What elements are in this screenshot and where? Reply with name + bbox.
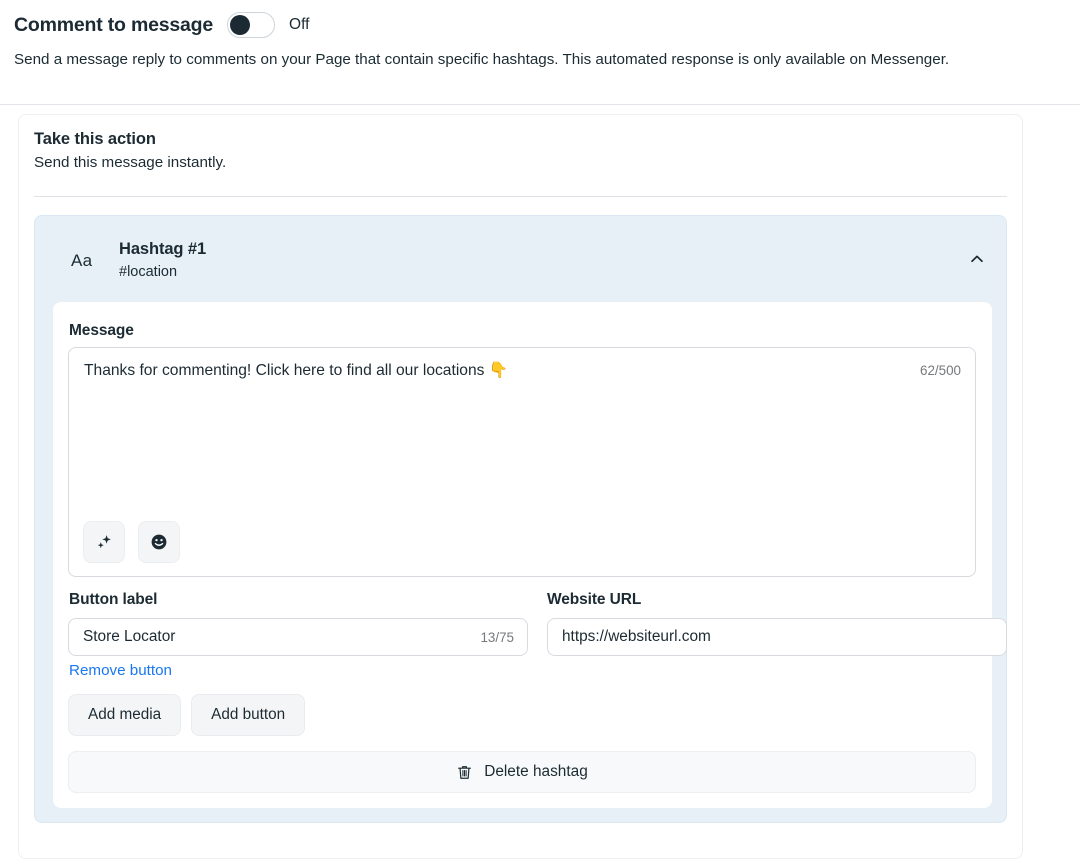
- section-title: Take this action: [34, 130, 156, 148]
- message-field-label: Message: [69, 322, 134, 339]
- website-url-input[interactable]: https://websiteurl.com: [547, 618, 1007, 656]
- trash-icon: [456, 764, 473, 781]
- message-text-value: Thanks for commenting! Click here to fin…: [84, 362, 509, 379]
- add-media-button[interactable]: Add media: [68, 694, 182, 736]
- message-textarea[interactable]: Thanks for commenting! Click here to fin…: [68, 347, 976, 577]
- section-subtitle: Send this message instantly.: [34, 154, 227, 171]
- delete-hashtag-button[interactable]: Delete hashtag: [68, 751, 976, 793]
- delete-hashtag-label: Delete hashtag: [484, 763, 588, 780]
- hashtag-tag-value: #location: [119, 264, 178, 280]
- button-label-field-label: Button label: [69, 591, 158, 608]
- comment-to-message-toggle[interactable]: [227, 12, 276, 38]
- hashtag-editor-panel: Message Thanks for commenting! Click her…: [53, 302, 1007, 808]
- take-this-action-card: Take this action Send this message insta…: [18, 114, 1023, 859]
- page-description: Send a message reply to comments on your…: [14, 51, 950, 68]
- button-label-character-counter: 13/75: [480, 630, 514, 645]
- emoji-smiley-icon[interactable]: [138, 521, 180, 563]
- sparkles-icon[interactable]: [83, 521, 125, 563]
- text-format-aa-icon: Aa: [71, 251, 93, 270]
- page-title: Comment to message: [14, 13, 214, 36]
- remove-button-link[interactable]: Remove button: [69, 662, 172, 679]
- title-row: Comment to message Off: [14, 12, 309, 38]
- message-toolbar: [83, 521, 180, 563]
- toggle-knob: [230, 15, 251, 35]
- message-character-counter: 62/500: [920, 363, 961, 378]
- add-button-button[interactable]: Add button: [191, 694, 306, 736]
- toggle-state-label: Off: [289, 16, 310, 33]
- website-url-value: https://websiteurl.com: [562, 628, 711, 645]
- page-header: Comment to message Off Send a message re…: [0, 0, 1080, 105]
- hashtag-card-header[interactable]: Aa Hashtag #1 #location: [35, 216, 1006, 302]
- button-label-input[interactable]: Store Locator 13/75: [68, 618, 528, 656]
- chevron-up-icon[interactable]: [962, 244, 992, 274]
- website-url-field-label: Website URL: [547, 591, 642, 608]
- section-divider: [34, 196, 1007, 197]
- hashtag-card: Aa Hashtag #1 #location Message Thanks f…: [34, 215, 1007, 823]
- add-actions-row: Add media Add button: [68, 694, 306, 736]
- comment-to-message-settings-page: Comment to message Off Send a message re…: [0, 0, 1080, 859]
- hashtag-title: Hashtag #1: [119, 240, 207, 258]
- button-label-value: Store Locator: [83, 628, 176, 645]
